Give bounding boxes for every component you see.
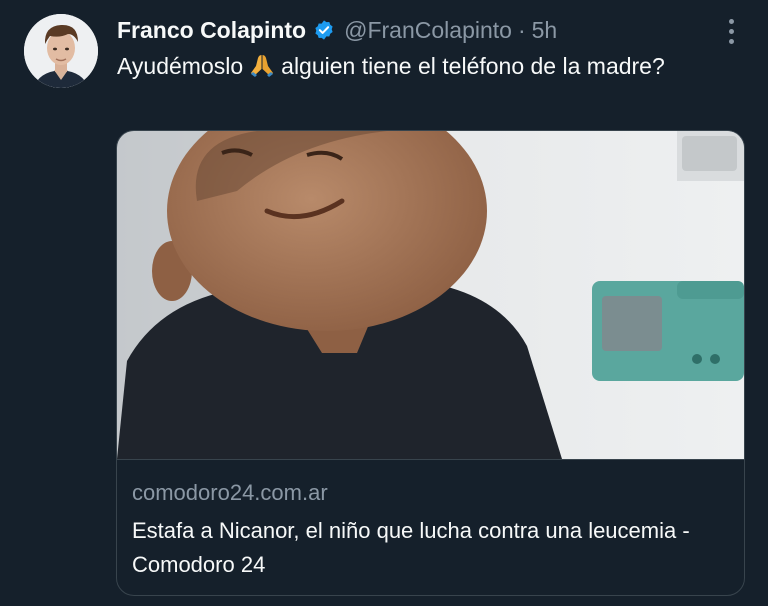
folded-hands-emoji-icon [249, 52, 275, 78]
tweet-text: Ayudémoslo alguien tiene el teléfono de … [117, 50, 717, 83]
more-options-icon[interactable] [718, 16, 744, 46]
header-separator: · [517, 16, 526, 43]
tweet-text-part-1: Ayudémoslo [117, 53, 244, 79]
tweet-timestamp[interactable]: 5h [532, 17, 558, 44]
link-card-title: Estafa a Nicanor, el niño que lucha cont… [132, 518, 690, 577]
avatar-photo [24, 14, 98, 88]
tweet[interactable]: Franco Colapinto @FranColapinto · 5h Ayu… [0, 0, 768, 606]
link-card-image[interactable] [117, 131, 744, 459]
link-card-body[interactable]: comodoro24.com.ar Estafa a Nicanor, el n… [117, 459, 744, 595]
tweet-text-part-2: alguien tiene el teléfono de la madre? [281, 53, 665, 79]
tweet-header: Franco Colapinto @FranColapinto · 5h [117, 14, 557, 46]
author-name[interactable]: Franco Colapinto [117, 17, 306, 44]
author-handle[interactable]: @FranColapinto [344, 17, 512, 44]
child-hospital-photo [117, 131, 744, 459]
verified-badge-icon [313, 19, 335, 41]
link-card-domain: comodoro24.com.ar [132, 480, 328, 505]
avatar[interactable] [24, 14, 98, 88]
link-card[interactable]: comodoro24.com.ar Estafa a Nicanor, el n… [116, 130, 745, 596]
